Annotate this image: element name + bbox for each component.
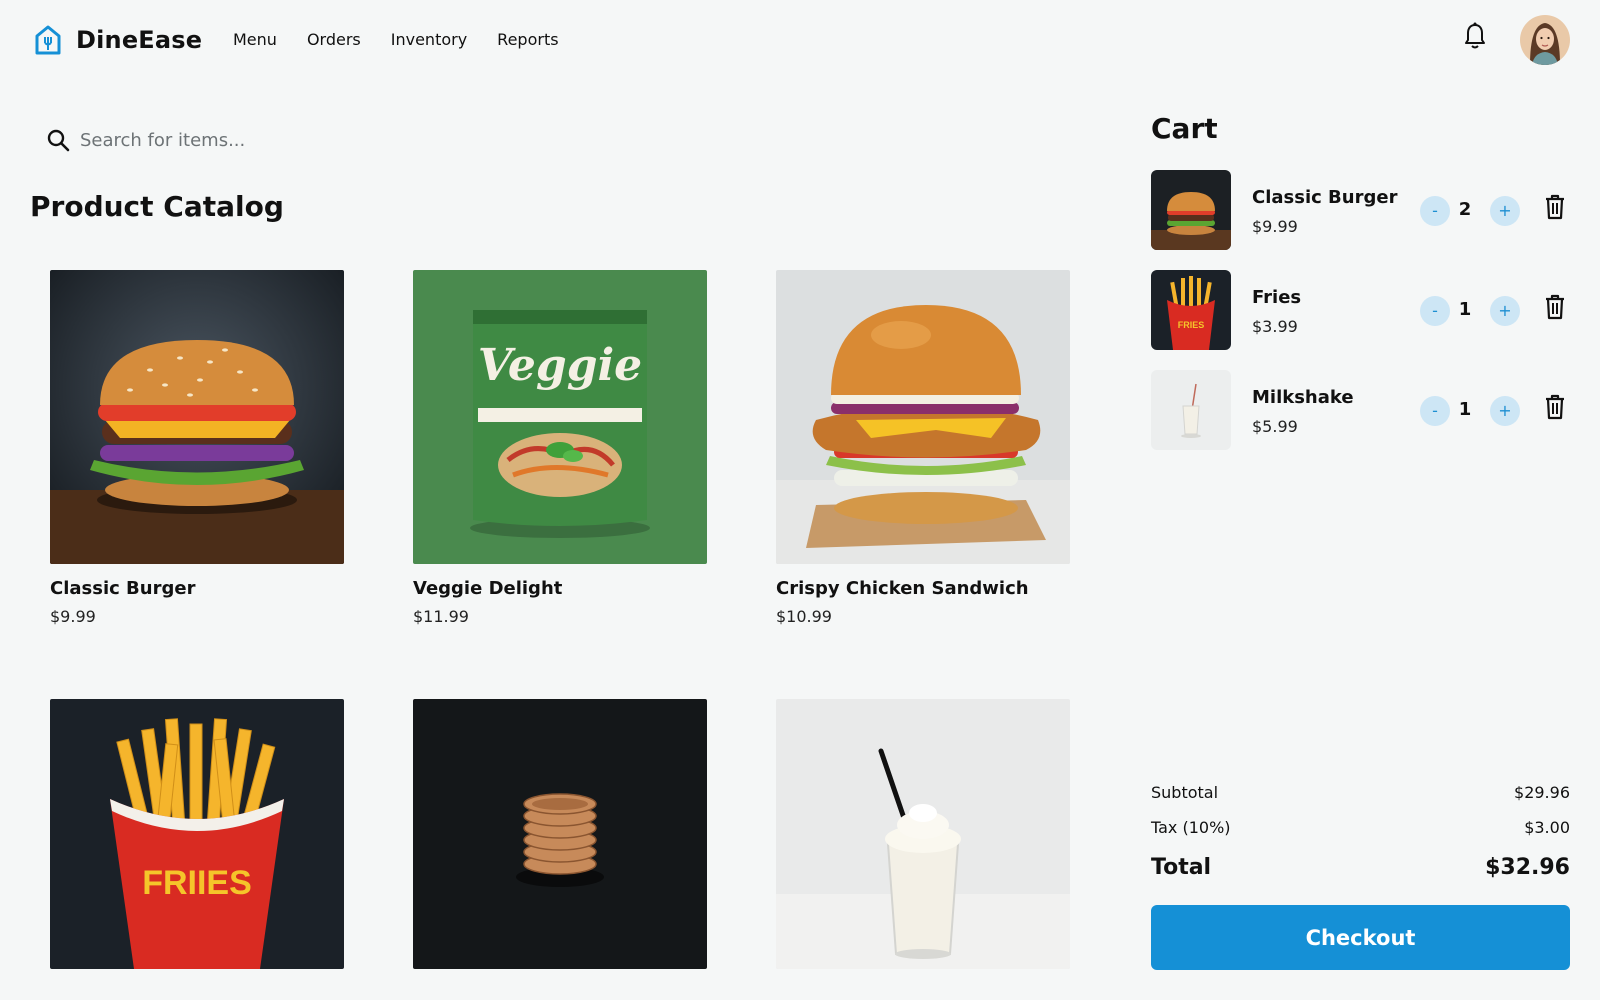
tax-row: Tax (10%) $3.00 — [1151, 818, 1570, 837]
product-card-veggie-delight[interactable]: Veggie Veggie Delight $11.99 — [413, 270, 707, 626]
product-price: $9.99 — [50, 607, 96, 626]
cart-item-image — [1151, 170, 1231, 250]
cart-item-image — [1151, 370, 1231, 450]
total-label: Total — [1151, 855, 1212, 880]
checkout-button[interactable]: Checkout — [1151, 905, 1570, 970]
product-card-fries[interactable]: FRIIES — [50, 699, 344, 983]
nav-item-orders[interactable]: Orders — [307, 30, 361, 49]
user-avatar-icon — [1520, 15, 1570, 65]
product-image — [50, 270, 344, 564]
subtotal-value: $29.96 — [1514, 783, 1570, 802]
product-card-coins[interactable] — [413, 699, 707, 983]
cart-title: Cart — [1151, 112, 1218, 145]
nav-item-reports[interactable]: Reports — [497, 30, 558, 49]
product-card-milkshake[interactable] — [776, 699, 1070, 983]
nav-item-inventory[interactable]: Inventory — [391, 30, 467, 49]
logo[interactable]: DineEase — [34, 24, 202, 56]
cart-item-price: $5.99 — [1252, 417, 1298, 436]
quantity-value: 1 — [1458, 399, 1472, 420]
catalog-title: Product Catalog — [30, 190, 284, 223]
cart-item: FRIES Fries $3.99 - 1 + — [1151, 270, 1571, 350]
cart-item: Milkshake $5.99 - 1 + — [1151, 370, 1571, 450]
cart-item-image: FRIES — [1151, 270, 1231, 350]
veggie-pack-label: Veggie — [478, 340, 642, 391]
search-bar — [46, 124, 606, 156]
decrease-quantity-button[interactable]: - — [1420, 196, 1450, 226]
decrease-quantity-button[interactable]: - — [1420, 296, 1450, 326]
cart-item-name: Classic Burger — [1252, 187, 1398, 208]
product-image — [776, 699, 1070, 969]
nav-item-menu[interactable]: Menu — [233, 30, 277, 49]
fries-box-label: FRIIES — [142, 864, 252, 902]
quantity-value: 1 — [1458, 299, 1472, 320]
product-image — [776, 270, 1070, 564]
tax-value: $3.00 — [1524, 818, 1570, 837]
total-row: Total $32.96 — [1151, 855, 1570, 880]
product-name: Veggie Delight — [413, 578, 563, 599]
product-image: FRIIES — [50, 699, 344, 969]
product-name: Classic Burger — [50, 578, 196, 599]
cart-item-name: Milkshake — [1252, 387, 1354, 408]
subtotal-label: Subtotal — [1151, 783, 1219, 802]
fries-box-label: FRIES — [1178, 320, 1205, 330]
search-input[interactable] — [80, 129, 560, 151]
avatar[interactable] — [1520, 15, 1570, 65]
product-card-classic-burger[interactable]: Classic Burger $9.99 — [50, 270, 344, 626]
trash-icon[interactable] — [1543, 194, 1567, 220]
cart-item: Classic Burger $9.99 - 2 + — [1151, 170, 1571, 250]
increase-quantity-button[interactable]: + — [1490, 296, 1520, 326]
total-value: $32.96 — [1485, 855, 1570, 880]
app-name: DineEase — [76, 26, 203, 54]
trash-icon[interactable] — [1543, 294, 1567, 320]
main-nav: Menu Orders Inventory Reports — [233, 30, 589, 49]
search-icon — [47, 129, 70, 152]
app-header: DineEase Menu Orders Inventory Reports — [0, 0, 1600, 82]
subtotal-row: Subtotal $29.96 — [1151, 783, 1570, 802]
product-card-crispy-chicken-sandwich[interactable]: Crispy Chicken Sandwich $10.99 — [776, 270, 1070, 626]
tax-label: Tax (10%) — [1151, 818, 1231, 837]
trash-icon[interactable] — [1543, 394, 1567, 420]
product-image — [413, 699, 707, 969]
increase-quantity-button[interactable]: + — [1490, 396, 1520, 426]
house-fork-icon — [35, 25, 61, 55]
product-image: Veggie — [413, 270, 707, 564]
quantity-value: 2 — [1458, 199, 1472, 220]
decrease-quantity-button[interactable]: - — [1420, 396, 1450, 426]
product-name: Crispy Chicken Sandwich — [776, 578, 1029, 599]
product-price: $11.99 — [413, 607, 469, 626]
cart-item-price: $9.99 — [1252, 217, 1298, 236]
cart-item-name: Fries — [1252, 287, 1302, 308]
product-price: $10.99 — [776, 607, 832, 626]
cart-item-price: $3.99 — [1252, 317, 1298, 336]
increase-quantity-button[interactable]: + — [1490, 196, 1520, 226]
bell-icon[interactable] — [1463, 22, 1487, 50]
